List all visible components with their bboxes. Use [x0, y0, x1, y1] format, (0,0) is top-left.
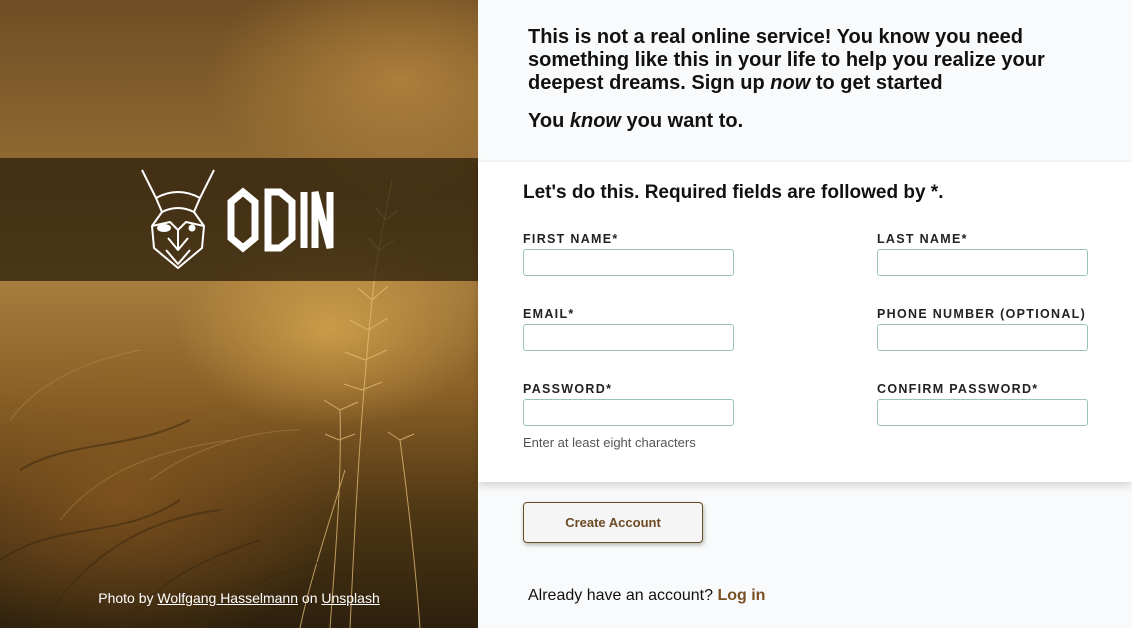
hero-image-panel: Photo by Wolfgang Hasselmann on Unsplash [0, 0, 478, 628]
last-name-label: LAST NAME* [877, 232, 968, 246]
confirm-password-label: CONFIRM PASSWORD* [877, 382, 1039, 396]
odin-logo [141, 169, 334, 269]
email-input[interactable] [523, 324, 734, 351]
login-link[interactable]: Log in [717, 587, 765, 604]
last-name-input[interactable] [877, 249, 1088, 276]
phone-input[interactable] [877, 324, 1088, 351]
credit-middle: on [301, 590, 318, 606]
password-input[interactable] [523, 399, 734, 426]
intro-paragraph: This is not a real online service! You k… [528, 26, 1045, 94]
logo-band [0, 158, 478, 281]
form-heading: Let's do this. Required fields are follo… [523, 182, 944, 203]
login-prompt-text: Already have an account? [528, 587, 714, 604]
intro-section: This is not a real online service! You k… [528, 26, 1088, 133]
confirm-password-group: CONFIRM PASSWORD* [877, 382, 1089, 426]
email-group: EMAIL* [523, 307, 735, 351]
phone-group: PHONE NUMBER (OPTIONAL) [877, 307, 1089, 351]
password-label: PASSWORD* [523, 382, 613, 396]
photo-credit: Photo by Wolfgang Hasselmann on Unsplash [0, 590, 478, 606]
create-account-button[interactable]: Create Account [523, 502, 703, 543]
first-name-input[interactable] [523, 249, 734, 276]
password-group: PASSWORD* Enter at least eight character… [523, 382, 735, 450]
first-name-group: FIRST NAME* [523, 232, 735, 276]
password-hint: Enter at least eight characters [523, 435, 696, 450]
last-name-group: LAST NAME* [877, 232, 1089, 276]
signup-form-card: Let's do this. Required fields are follo… [478, 162, 1132, 482]
email-label: EMAIL* [523, 307, 575, 321]
login-prompt: Already have an account? Log in [528, 587, 765, 605]
credit-prefix: Photo by [98, 590, 154, 606]
photographer-link[interactable]: Wolfgang Hasselmann [157, 590, 298, 606]
wheat-field-photo [0, 179, 421, 628]
first-name-label: FIRST NAME* [523, 232, 619, 246]
confirm-password-input[interactable] [877, 399, 1088, 426]
phone-label: PHONE NUMBER (OPTIONAL) [877, 307, 1087, 321]
unsplash-link[interactable]: Unsplash [321, 590, 379, 606]
intro-tagline: You know you want to. [528, 110, 744, 132]
